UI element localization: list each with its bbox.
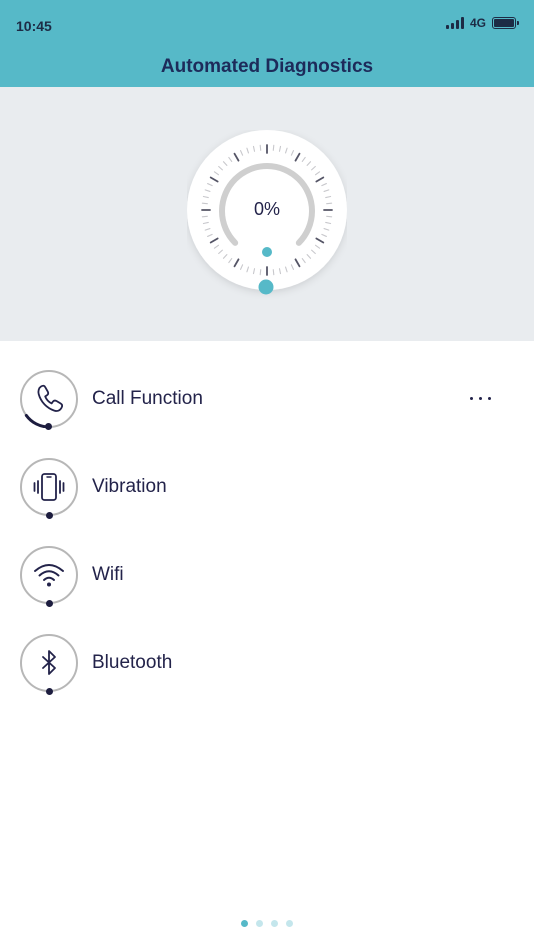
battery-icon: [492, 17, 519, 29]
page-title: Automated Diagnostics: [160, 56, 374, 77]
wifi-icon: [34, 564, 64, 587]
gauge-tick: [272, 144, 275, 151]
status-indicators: 4G: [445, 16, 519, 30]
gauge-tick: [259, 269, 262, 276]
more-options-icon[interactable]: [462, 390, 498, 406]
app-header: 10:45 4G Automated Diagnostics: [0, 0, 534, 87]
test-item-bluetooth[interactable]: Bluetooth: [0, 634, 534, 704]
page-dot[interactable]: [286, 920, 293, 927]
test-icon-circle: [20, 370, 78, 430]
diagnostics-gauge-panel: 0%: [0, 87, 534, 341]
test-progress-dot: [45, 688, 53, 695]
test-progress-dot: [45, 600, 53, 607]
test-progress-dot: [45, 512, 53, 519]
gauge-progress-indicator: [262, 247, 272, 257]
network-type: 4G: [469, 16, 486, 30]
test-icon-circle: [20, 458, 78, 519]
status-time: 10:45: [16, 18, 52, 34]
gauge-tick: [326, 202, 333, 205]
test-icon-circle: [20, 634, 78, 695]
page-dot[interactable]: [256, 920, 263, 927]
test-label: Bluetooth: [92, 652, 173, 673]
test-progress-dot: [45, 423, 52, 430]
signal-icon: [445, 17, 464, 29]
test-icon-circle: [20, 546, 78, 607]
pagination-dots: [0, 920, 534, 927]
bluetooth-icon: [42, 650, 56, 675]
test-label: Wifi: [92, 564, 124, 585]
page-dot[interactable]: [241, 920, 248, 927]
gauge-tick: [272, 269, 275, 276]
test-progress-ring: [24, 413, 51, 428]
test-label: Call Function: [92, 388, 203, 409]
gauge-percentage: 0%: [253, 199, 280, 219]
gauge-handle[interactable]: [258, 279, 274, 295]
vibration-icon: [33, 473, 65, 501]
gauge-tick: [326, 215, 333, 218]
test-item-vibration[interactable]: Vibration: [0, 458, 534, 528]
page-dot[interactable]: [271, 920, 278, 927]
test-label: Vibration: [92, 476, 167, 497]
gauge-tick: [259, 144, 262, 151]
test-item-call-function[interactable]: Call Function: [0, 370, 534, 440]
test-item-wifi[interactable]: Wifi: [0, 546, 534, 616]
